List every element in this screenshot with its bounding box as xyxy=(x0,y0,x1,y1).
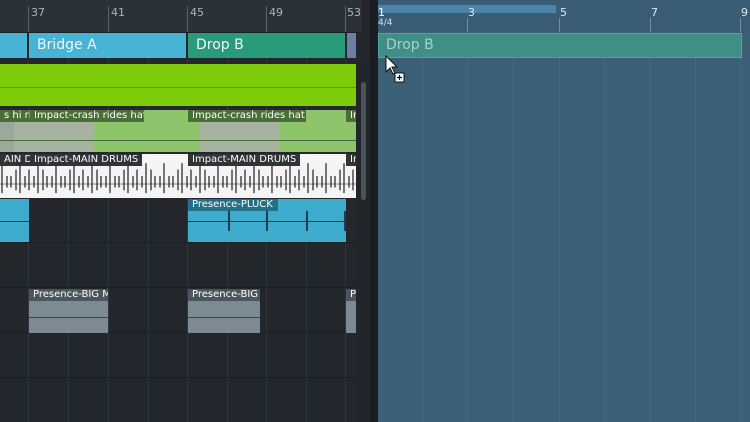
scratch-ruler-tick xyxy=(740,18,741,32)
crash-event-gap xyxy=(14,122,94,152)
drums-event-label[interactable]: Impact-MAIN DRUMS xyxy=(30,154,142,166)
ruler-tick xyxy=(187,6,188,32)
ruler-bar-37: 37 xyxy=(31,6,45,19)
scratch-grid-line xyxy=(695,58,696,422)
scratch-loop-range[interactable] xyxy=(378,5,556,13)
arranger-section-previous[interactable] xyxy=(0,33,27,58)
scratch-pad-divider[interactable] xyxy=(370,0,378,422)
scratch-grid-line xyxy=(559,58,560,422)
big-event-label[interactable]: P xyxy=(346,289,356,301)
scratch-grid-line xyxy=(422,58,423,422)
timeline-ruler[interactable]: 37 41 45 49 53 xyxy=(0,0,362,33)
big-event-label[interactable]: Presence-BIG M xyxy=(29,289,108,301)
pluck-waveform-line xyxy=(0,221,29,222)
scratch-grid-line xyxy=(650,58,651,422)
scratch-grid-line xyxy=(740,58,741,422)
lane-separator xyxy=(0,242,356,243)
ruler-bar-45: 45 xyxy=(190,6,204,19)
crash-event-label[interactable]: Im xyxy=(346,110,356,122)
scratch-ruler-bar-5: 5 xyxy=(560,6,567,19)
time-signature: 4/4 xyxy=(378,18,393,28)
ruler-tick xyxy=(266,6,267,32)
drums-event-label[interactable]: Impact-MAIN DRUMS xyxy=(188,154,300,166)
big-event-label[interactable]: Presence-BIG xyxy=(188,289,260,301)
scratch-ruler-bar-3: 3 xyxy=(468,6,475,19)
ruler-bar-49: 49 xyxy=(269,6,283,19)
big-waveform-line xyxy=(29,317,108,318)
drop-b-drag-ghost[interactable]: Drop B xyxy=(378,33,742,58)
crash-event-label[interactable]: Impact-crash rides hat xyxy=(188,110,306,122)
arranger-section-next[interactable] xyxy=(347,33,356,58)
arranger-section-bridge-a[interactable]: Bridge A xyxy=(29,33,186,58)
big-waveform-line xyxy=(188,317,260,318)
event-divider xyxy=(0,87,356,88)
track-lead-event[interactable] xyxy=(0,64,356,106)
pluck-event-previous[interactable] xyxy=(0,199,29,242)
crash-event-label[interactable]: s hi ric xyxy=(0,110,30,122)
drums-event-label[interactable]: AIN DI xyxy=(0,154,30,166)
ruler-bar-53: 53 xyxy=(347,6,361,19)
crash-event-gap xyxy=(200,122,280,152)
pluck-event-label[interactable]: Presence-PLUCK xyxy=(188,199,278,211)
pluck-transient xyxy=(306,211,346,231)
scratch-ruler-bar-7: 7 xyxy=(651,6,658,19)
lane-separator xyxy=(0,377,356,378)
crash-event-gap xyxy=(0,122,14,152)
ruler-tick xyxy=(345,6,346,32)
crash-event-label[interactable]: Impact-crash rides hat xyxy=(30,110,144,122)
scratch-grid-line xyxy=(604,58,605,422)
crash-waveform-line xyxy=(0,140,356,141)
copy-drag-cursor-icon xyxy=(385,54,405,83)
scratch-ruler-tick xyxy=(650,18,651,32)
ruler-bar-41: 41 xyxy=(111,6,125,19)
scratch-grid-line xyxy=(467,58,468,422)
ruler-tick xyxy=(28,6,29,32)
scratch-ruler-tick xyxy=(467,18,468,32)
scratch-ruler-tick xyxy=(559,18,560,32)
scratch-ruler-bar-9: 9 xyxy=(741,6,748,19)
arranger-section-drop-b[interactable]: Drop B xyxy=(188,33,345,58)
pluck-transient xyxy=(228,211,268,231)
scrollbar-thumb[interactable] xyxy=(361,82,366,200)
lane-separator xyxy=(0,287,356,288)
drums-event-label[interactable]: In xyxy=(346,154,356,166)
ruler-tick xyxy=(108,6,109,32)
scratch-grid-line xyxy=(513,58,514,422)
